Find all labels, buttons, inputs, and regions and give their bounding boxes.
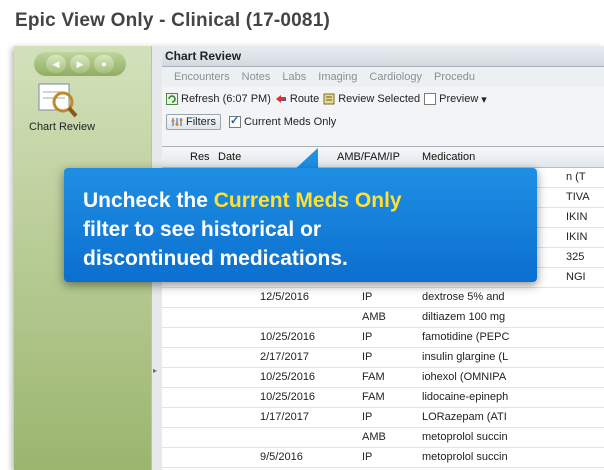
preview-label: Preview bbox=[439, 93, 479, 105]
medication-cell: metoprolol succin bbox=[422, 431, 508, 443]
current-meds-label: Current Meds Only bbox=[243, 116, 337, 128]
tab-cardiology[interactable]: Cardiology bbox=[363, 71, 428, 83]
callout-line3: discontinued medications. bbox=[83, 247, 348, 270]
forward-icon[interactable]: ▶ bbox=[70, 55, 90, 73]
date-cell: 10/25/2016 bbox=[260, 371, 316, 383]
tab-encounters[interactable]: Encounters bbox=[168, 71, 236, 83]
type-cell: AMB bbox=[362, 311, 386, 323]
col-header-medication[interactable]: Medication bbox=[422, 151, 475, 163]
route-button[interactable]: Route bbox=[275, 93, 319, 105]
col-header-type[interactable]: AMB/FAM/IP bbox=[337, 151, 400, 163]
tab-imaging[interactable]: Imaging bbox=[312, 71, 363, 83]
medication-cell: NGI bbox=[566, 271, 586, 283]
filters-button[interactable]: Filters bbox=[166, 114, 221, 130]
review-selected-label: Review Selected bbox=[338, 93, 421, 105]
home-icon[interactable]: ● bbox=[94, 55, 114, 73]
route-icon bbox=[275, 95, 286, 103]
tab-procedures[interactable]: Procedu bbox=[428, 71, 481, 83]
callout-line1-pre: Uncheck the bbox=[83, 189, 214, 212]
refresh-button[interactable]: Refresh (6:07 PM) bbox=[166, 93, 271, 105]
nav-buttons: ◀ ▶ ● bbox=[34, 52, 126, 76]
medication-cell: IKIN bbox=[566, 211, 588, 223]
table-row[interactable]: AMB diltiazem 100 mg bbox=[162, 308, 604, 328]
medication-cell: famotidine (PEPC bbox=[422, 331, 510, 343]
medication-cell: LORazepam (ATI bbox=[422, 411, 507, 423]
expand-grip-icon[interactable]: ▸ bbox=[153, 366, 157, 375]
medication-cell: metoprolol succin bbox=[422, 451, 508, 463]
preview-dropdown-icon[interactable]: ▾ bbox=[481, 93, 487, 106]
table-row[interactable]: 2/17/2017 IP insulin glargine (L bbox=[162, 348, 604, 368]
medication-cell: iohexol (OMNIPA bbox=[422, 371, 507, 383]
chart-review-icon[interactable] bbox=[35, 80, 79, 120]
medication-cell: 325 bbox=[566, 251, 585, 263]
table-row[interactable]: 10/25/2016 IP famotidine (PEPC bbox=[162, 328, 604, 348]
grid-header: Res Date AMB/FAM/IP Medication bbox=[162, 147, 604, 168]
type-cell: FAM bbox=[362, 391, 385, 403]
preview-toggle[interactable]: Preview ▾ bbox=[424, 93, 487, 106]
table-row[interactable]: 12/5/2016 IP dextrose 5% and bbox=[162, 288, 604, 308]
current-meds-checkbox[interactable] bbox=[228, 114, 241, 128]
back-icon[interactable]: ◀ bbox=[46, 55, 66, 73]
instruction-callout: Uncheck the Current Meds Only filter to … bbox=[64, 168, 537, 282]
type-cell: IP bbox=[362, 351, 373, 363]
medication-cell: IKIN bbox=[566, 231, 588, 243]
filters-label: Filters bbox=[186, 116, 216, 128]
current-meds-toggle[interactable]: Current Meds Only bbox=[228, 114, 337, 128]
date-cell: 10/25/2016 bbox=[260, 331, 316, 343]
tab-notes[interactable]: Notes bbox=[236, 71, 277, 83]
type-cell: IP bbox=[362, 411, 373, 423]
table-row[interactable]: 10/25/2016 FAM iohexol (OMNIPA bbox=[162, 368, 604, 388]
refresh-icon bbox=[166, 93, 178, 105]
review-selected-button[interactable]: Review Selected bbox=[323, 93, 420, 105]
type-cell: IP bbox=[362, 291, 373, 303]
window-title: Epic View Only - Clinical (17-0081) bbox=[15, 10, 330, 31]
type-cell: IP bbox=[362, 451, 373, 463]
date-cell: 12/5/2016 bbox=[260, 291, 309, 303]
table-row[interactable]: 9/5/2016 IP metoprolol succin bbox=[162, 448, 604, 468]
review-icon bbox=[323, 93, 335, 105]
type-cell: FAM bbox=[362, 371, 385, 383]
panel-title: Chart Review bbox=[162, 46, 604, 67]
tab-labs[interactable]: Labs bbox=[276, 71, 312, 83]
refresh-label: Refresh (6:07 PM) bbox=[181, 93, 271, 105]
date-cell: 9/5/2016 bbox=[260, 451, 303, 463]
filter-icon bbox=[171, 118, 183, 126]
callout-highlight: Current Meds Only bbox=[213, 189, 402, 212]
toolbar-filters: Filters Current Meds Only bbox=[162, 111, 604, 133]
medication-cell: dextrose 5% and bbox=[422, 291, 505, 303]
table-row[interactable]: 1/17/2017 IP LORazepam (ATI bbox=[162, 408, 604, 428]
preview-checkbox[interactable] bbox=[424, 93, 437, 105]
callout-line2: filter to see historical or bbox=[83, 218, 322, 241]
type-cell: IP bbox=[362, 331, 373, 343]
table-row[interactable]: AMB metoprolol succin bbox=[162, 428, 604, 448]
col-header-res[interactable]: Res bbox=[190, 151, 210, 163]
medication-cell: diltiazem 100 mg bbox=[422, 311, 506, 323]
toolbar-main: Refresh (6:07 PM) Route Review Selected … bbox=[162, 88, 604, 110]
date-cell: 2/17/2017 bbox=[260, 351, 309, 363]
route-label: Route bbox=[289, 93, 320, 105]
date-cell: 10/25/2016 bbox=[260, 391, 316, 403]
medication-cell: lidocaine-epineph bbox=[422, 391, 509, 403]
col-header-date[interactable]: Date bbox=[218, 151, 241, 163]
table-row[interactable]: 10/25/2016 FAM lidocaine-epineph bbox=[162, 388, 604, 408]
chart-review-label[interactable]: Chart Review bbox=[29, 121, 95, 133]
type-cell: AMB bbox=[362, 431, 386, 443]
medication-cell: insulin glargine (L bbox=[422, 351, 509, 363]
medication-cell: TIVA bbox=[566, 191, 590, 203]
medication-cell: n (T bbox=[566, 171, 586, 183]
tab-strip: Encounters Notes Labs Imaging Cardiology… bbox=[162, 67, 604, 87]
date-cell: 1/17/2017 bbox=[260, 411, 309, 423]
